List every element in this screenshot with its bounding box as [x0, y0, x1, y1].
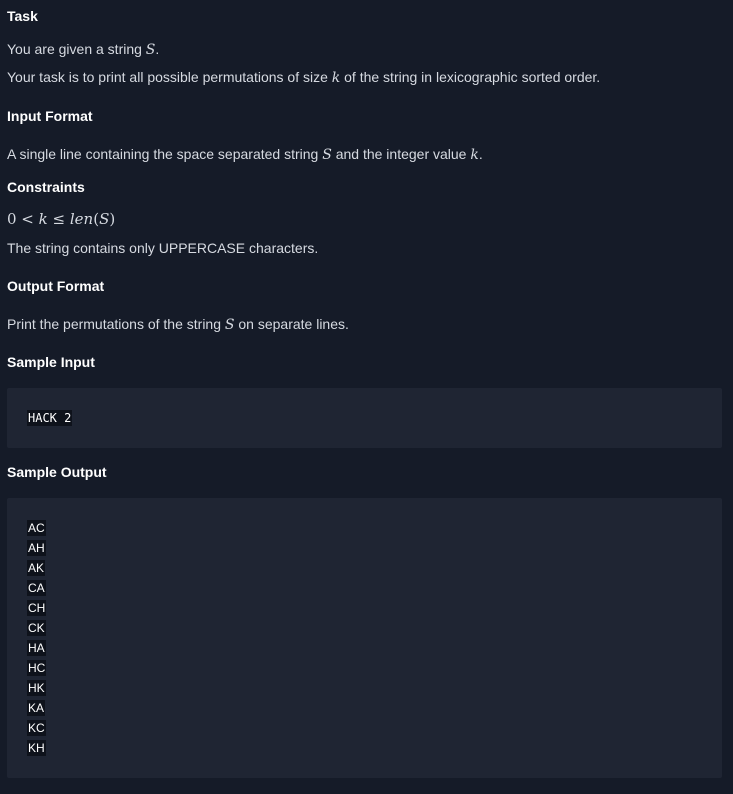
constraint-math: 0 < k ≤ len(S): [7, 210, 116, 228]
task-heading: Task: [7, 8, 38, 24]
sample-input-box: HACK 2: [7, 388, 722, 448]
sample-output-line: HA: [27, 640, 46, 656]
constraint-text: The string contains only UPPERCASE chara…: [7, 240, 319, 256]
output-format-heading: Output Format: [7, 278, 105, 294]
sample-output-line: KC: [27, 720, 46, 736]
input-format-heading: Input Format: [7, 108, 93, 124]
sample-output-line: KH: [27, 740, 46, 756]
sample-output-box: AC AH AK CA CH CK HA HC HK KA KC KH: [7, 498, 722, 778]
sample-output-line: CH: [27, 600, 47, 616]
sample-output-line: AC: [27, 520, 46, 536]
constraints-heading: Constraints: [7, 179, 85, 195]
task-line-2: Your task is to print all possible permu…: [7, 69, 601, 86]
task-line-1: You are given a string S.: [7, 41, 160, 58]
sample-output-line: CA: [27, 580, 46, 596]
sample-input-heading: Sample Input: [7, 354, 95, 370]
input-format-text: A single line containing the space separ…: [7, 146, 483, 163]
sample-input-code: HACK 2: [27, 410, 73, 426]
sample-output-line: AK: [27, 560, 46, 576]
sample-output-line: KA: [27, 700, 46, 716]
sample-output-line: HC: [27, 660, 47, 676]
sample-output-lines: AC AH AK CA CH CK HA HC HK KA KC KH: [27, 520, 47, 760]
output-format-text: Print the permutations of the string S o…: [7, 316, 349, 333]
sample-output-line: HK: [27, 680, 46, 696]
sample-output-line: AH: [27, 540, 46, 556]
sample-output-heading: Sample Output: [7, 464, 107, 480]
sample-output-line: CK: [27, 620, 46, 636]
